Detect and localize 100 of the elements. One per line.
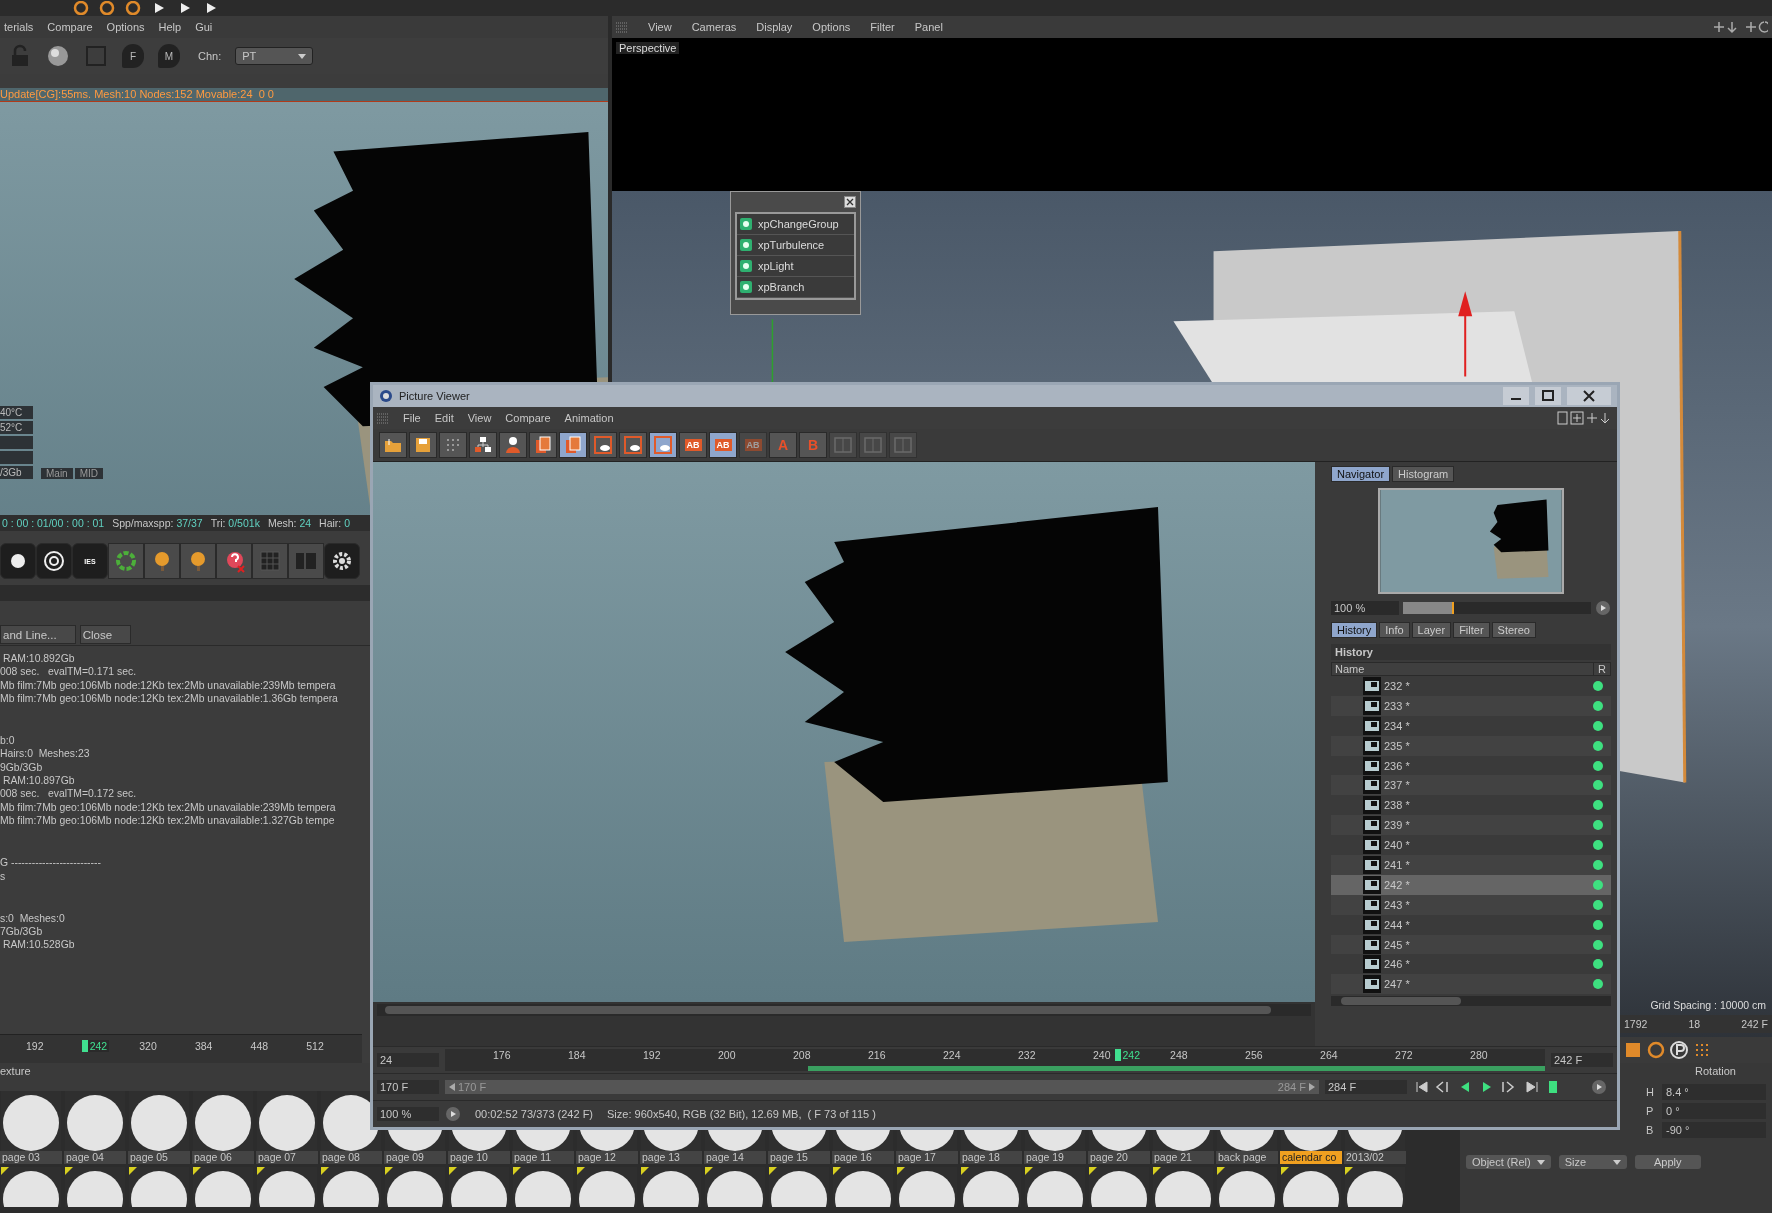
material-preview[interactable] — [0, 1167, 62, 1207]
zoom-field[interactable]: 100 % — [1331, 601, 1399, 615]
material-preview[interactable] — [256, 1167, 318, 1207]
menu-item[interactable]: Cameras — [691, 21, 737, 33]
frame-field[interactable]: 170 F — [377, 1080, 439, 1094]
frame-field[interactable]: 24 — [377, 1053, 439, 1067]
material-preview[interactable] — [320, 1167, 382, 1207]
size-dropdown[interactable]: Size — [1558, 1155, 1627, 1169]
play-icon[interactable] — [1595, 600, 1611, 616]
render-tool-button[interactable] — [144, 543, 180, 579]
grip-icon[interactable] — [616, 21, 628, 33]
console-button[interactable]: and Line... — [0, 625, 76, 644]
material-name[interactable]: page 20 — [1088, 1151, 1150, 1164]
material-preview[interactable] — [448, 1167, 510, 1207]
material-preview[interactable] — [768, 1167, 830, 1207]
console-button[interactable]: Close — [79, 625, 132, 644]
rotation-field[interactable]: -90 ° — [1662, 1122, 1766, 1138]
material-name[interactable]: page 21 — [1152, 1151, 1214, 1164]
pin-icon[interactable]: F — [122, 44, 144, 68]
material-name[interactable]: back page — [1216, 1151, 1278, 1164]
render-tool-button[interactable] — [216, 543, 252, 579]
material-name[interactable]: page 14 — [704, 1151, 766, 1164]
history-row[interactable]: 235 * — [1331, 735, 1611, 756]
sphere-icon[interactable] — [46, 44, 70, 68]
node-item[interactable]: xpLight — [737, 256, 854, 277]
playhead[interactable]: 242 — [81, 1040, 110, 1052]
history-row[interactable]: 243 * — [1331, 894, 1611, 915]
material-preview[interactable] — [896, 1167, 958, 1207]
toolbar-button[interactable] — [409, 432, 437, 458]
material-name[interactable]: page 06 — [192, 1151, 254, 1164]
column-header[interactable]: R — [1593, 663, 1610, 675]
toolbar-button[interactable]: AB — [679, 432, 707, 458]
close-icon[interactable] — [844, 196, 856, 208]
ring-icon[interactable] — [1646, 1040, 1666, 1060]
material-name[interactable]: page 07 — [256, 1151, 318, 1164]
history-row[interactable]: 247 * — [1331, 974, 1611, 995]
material-name[interactable]: page 13 — [640, 1151, 702, 1164]
render-tool-button[interactable] — [180, 543, 216, 579]
panel-tab[interactable]: Info — [1379, 622, 1410, 638]
material-preview[interactable] — [640, 1167, 702, 1207]
history-row[interactable]: 237 * — [1331, 775, 1611, 796]
column-header[interactable]: Name — [1332, 663, 1365, 675]
toolbar-button[interactable] — [649, 432, 677, 458]
grip-icon[interactable] — [377, 412, 389, 424]
material-preview[interactable] — [512, 1167, 574, 1207]
panel-tab[interactable]: Stereo — [1491, 622, 1536, 638]
menu-item[interactable]: Edit — [434, 412, 454, 424]
horizontal-scrollbar[interactable] — [1331, 996, 1611, 1007]
material-preview[interactable] — [384, 1167, 446, 1207]
menu-item[interactable]: View — [648, 21, 672, 33]
menu-item[interactable]: View — [467, 412, 492, 424]
coordinate-dropdown[interactable]: Object (Rel) — [1466, 1155, 1551, 1169]
menu-item[interactable]: Animation — [564, 412, 614, 424]
menu-item[interactable]: Options — [106, 21, 145, 33]
parking-icon[interactable] — [1669, 1040, 1689, 1060]
history-row[interactable]: 245 * — [1331, 934, 1611, 955]
panel-tab[interactable]: Filter — [1453, 622, 1490, 638]
material-name[interactable]: page 09 — [384, 1151, 446, 1164]
material-preview[interactable] — [1152, 1167, 1214, 1207]
menu-item[interactable]: Help — [158, 21, 182, 33]
material-preview[interactable] — [832, 1167, 894, 1207]
material-name[interactable]: page 16 — [832, 1151, 894, 1164]
material-name[interactable]: page 12 — [576, 1151, 638, 1164]
node-item[interactable]: xpChangeGroup — [737, 214, 854, 235]
frame-field[interactable]: 242 F — [1551, 1053, 1613, 1067]
axis-arrow[interactable] — [1458, 291, 1473, 377]
zoom-field[interactable]: 100 % — [377, 1107, 439, 1121]
panel-tab[interactable]: Histogram — [1392, 466, 1455, 482]
menu-item[interactable]: Panel — [914, 21, 943, 33]
menu-item[interactable]: terials — [4, 21, 34, 33]
channel-dropdown[interactable]: PT — [235, 47, 314, 65]
material-name[interactable]: page 11 — [512, 1151, 574, 1164]
node-item[interactable]: xpTurbulence — [737, 235, 854, 256]
material-name[interactable]: page 10 — [448, 1151, 510, 1164]
toolbar-button[interactable] — [559, 432, 587, 458]
play-icon[interactable] — [445, 1106, 461, 1122]
node-item[interactable]: xpBranch — [737, 277, 854, 298]
menu-item[interactable]: Options — [812, 21, 851, 33]
horizontal-scrollbar[interactable] — [377, 1004, 1311, 1016]
material-name[interactable]: page 03 — [0, 1151, 62, 1164]
toolbar-button[interactable] — [379, 432, 407, 458]
material-preview[interactable] — [1024, 1167, 1086, 1207]
material-name[interactable]: page 15 — [768, 1151, 830, 1164]
menu-item[interactable]: Filter — [870, 21, 895, 33]
material-preview[interactable] — [1088, 1167, 1150, 1207]
maximize-icon[interactable] — [1535, 387, 1561, 405]
view-navigation-icon[interactable] — [1712, 20, 1768, 34]
material-name[interactable]: page 05 — [128, 1151, 190, 1164]
pin-icon[interactable]: M — [158, 44, 180, 68]
material-preview[interactable] — [1216, 1167, 1278, 1207]
toolbar-button[interactable] — [589, 432, 617, 458]
material-name[interactable]: page 18 — [960, 1151, 1022, 1164]
menu-item[interactable]: File — [403, 412, 421, 424]
history-row[interactable]: 233 * — [1331, 695, 1611, 716]
timeline-ruler[interactable]: 176 184 192 200 208 216 224 232 240 242 248 256 264 272 280 — [445, 1049, 1545, 1071]
apply-button[interactable]: Apply — [1634, 1155, 1701, 1169]
menu-item[interactable]: Compare — [47, 21, 93, 33]
material-preview[interactable] — [1280, 1167, 1342, 1207]
material-preview[interactable] — [576, 1167, 638, 1207]
material-preview[interactable] — [960, 1167, 1022, 1207]
